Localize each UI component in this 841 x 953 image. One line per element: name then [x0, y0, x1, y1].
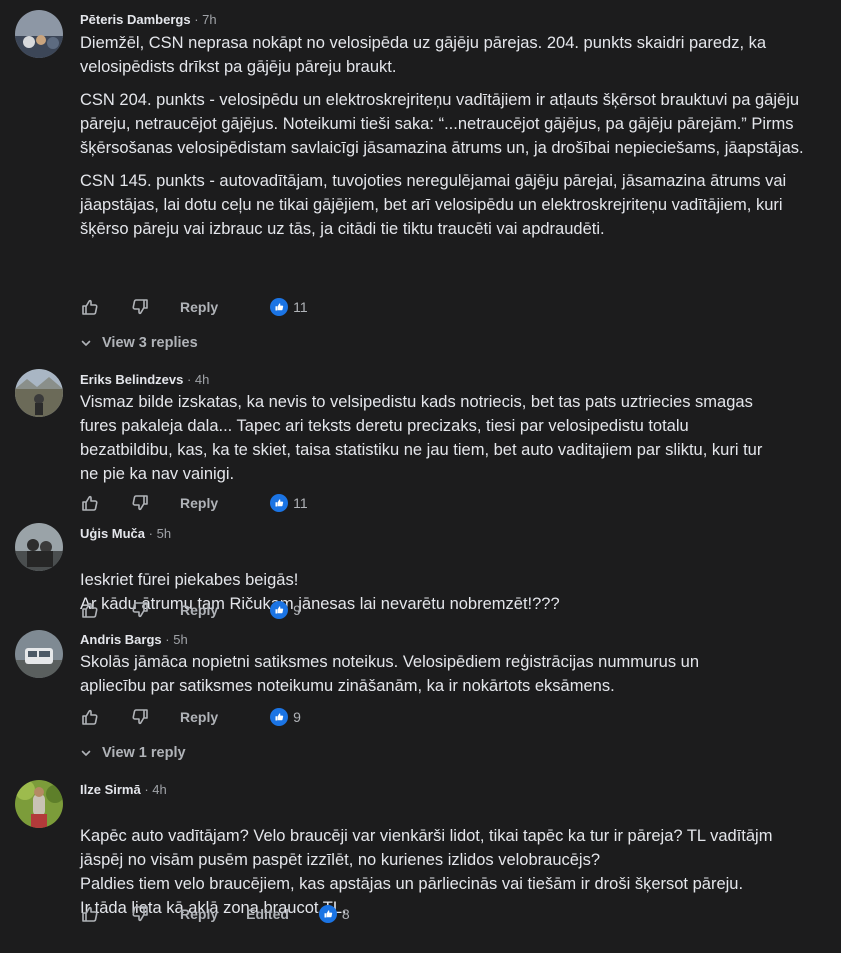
comment-text: Skolās jāmāca nopietni satiksmes noteiku… [80, 650, 760, 707]
reaction-count[interactable]: 11 [270, 298, 308, 316]
comment-time[interactable]: 7h [202, 12, 216, 27]
comment-paragraph: CSN 204. punkts - velosipēdu un elektros… [80, 91, 804, 157]
view-replies-button[interactable]: View 1 reply [80, 745, 186, 761]
comment-actions: Reply 9 [80, 706, 301, 728]
thumbs-up-icon[interactable] [80, 904, 100, 924]
edited-label[interactable]: Edited [246, 906, 289, 922]
comment-paragraph: Vismaz bilde izskatas, ka nevis to velsi… [80, 393, 763, 483]
avatar[interactable] [15, 10, 63, 58]
comment-actions: Reply Edited 8 [80, 903, 350, 925]
comment-paragraph: CSN 145. punkts - autovadītājam, tuvojot… [80, 172, 787, 238]
blue-like-reaction-icon [318, 905, 337, 923]
author-name[interactable]: Pēteris Dambergs [80, 12, 191, 27]
comment-time[interactable]: 4h [152, 782, 166, 797]
author-name[interactable]: Eriks Belindzevs [80, 372, 183, 387]
comment-actions: Reply 11 [80, 296, 308, 318]
comment-time[interactable]: 5h [173, 632, 187, 647]
avatar[interactable] [15, 369, 63, 417]
reaction-count[interactable]: 11 [270, 494, 308, 512]
author-name[interactable]: Uģis Muča [80, 526, 145, 541]
reaction-count[interactable]: 8 [318, 905, 350, 923]
comment-header: Eriks Belindzevs · 4h [80, 372, 210, 387]
reply-button[interactable]: Reply [180, 299, 218, 315]
blue-like-reaction-icon [270, 298, 289, 316]
reply-button[interactable]: Reply [180, 709, 218, 725]
avatar[interactable] [15, 630, 63, 678]
comment-time[interactable]: 5h [157, 526, 171, 541]
thumbs-up-icon[interactable] [80, 600, 100, 620]
comment-text: Kapēc auto vadītājam? Velo braucēji var … [80, 800, 810, 953]
avatar[interactable] [15, 780, 63, 828]
reply-button[interactable]: Reply [180, 906, 218, 922]
comment-actions: Reply 9 [80, 599, 301, 621]
chevron-down-icon [80, 337, 92, 349]
reply-button[interactable]: Reply [180, 602, 218, 618]
reaction-count[interactable]: 9 [270, 708, 301, 726]
comment-text: Diemžēl, CSN neprasa nokāpt no velosipēd… [80, 31, 810, 250]
blue-like-reaction-icon [270, 708, 289, 726]
comment-header: Andris Bargs · 5h [80, 632, 188, 647]
comment-text: Vismaz bilde izskatas, ka nevis to velsi… [80, 390, 780, 495]
avatar[interactable] [15, 523, 63, 571]
view-replies-button[interactable]: View 3 replies [80, 335, 198, 351]
author-name[interactable]: Ilze Sirmā [80, 782, 141, 797]
thumbs-down-icon[interactable] [130, 297, 150, 317]
blue-like-reaction-icon [270, 494, 289, 512]
comment-paragraph: Skolās jāmāca nopietni satiksmes noteiku… [80, 653, 700, 695]
comment-header: Pēteris Dambergs · 7h [80, 12, 217, 27]
thumbs-up-icon[interactable] [80, 493, 100, 513]
author-name[interactable]: Andris Bargs [80, 632, 162, 647]
comment-header: Uģis Muča · 5h [80, 526, 172, 541]
thumbs-down-icon[interactable] [130, 600, 150, 620]
thumbs-down-icon[interactable] [130, 707, 150, 727]
thumbs-up-icon[interactable] [80, 707, 100, 727]
chevron-down-icon [80, 747, 92, 759]
thumbs-down-icon[interactable] [130, 493, 150, 513]
reaction-count[interactable]: 9 [270, 601, 301, 619]
blue-like-reaction-icon [270, 601, 289, 619]
thumbs-up-icon[interactable] [80, 297, 100, 317]
comment-time[interactable]: 4h [195, 372, 209, 387]
comment-paragraph: Diemžēl, CSN neprasa nokāpt no velosipēd… [80, 34, 767, 76]
comment-header: Ilze Sirmā · 4h [80, 782, 167, 797]
comment-text: Ieskriet fūrei piekabes beigās! Ar kādu … [80, 544, 810, 649]
comment-actions: Reply 11 [80, 492, 308, 514]
thumbs-down-icon[interactable] [130, 904, 150, 924]
reply-button[interactable]: Reply [180, 495, 218, 511]
